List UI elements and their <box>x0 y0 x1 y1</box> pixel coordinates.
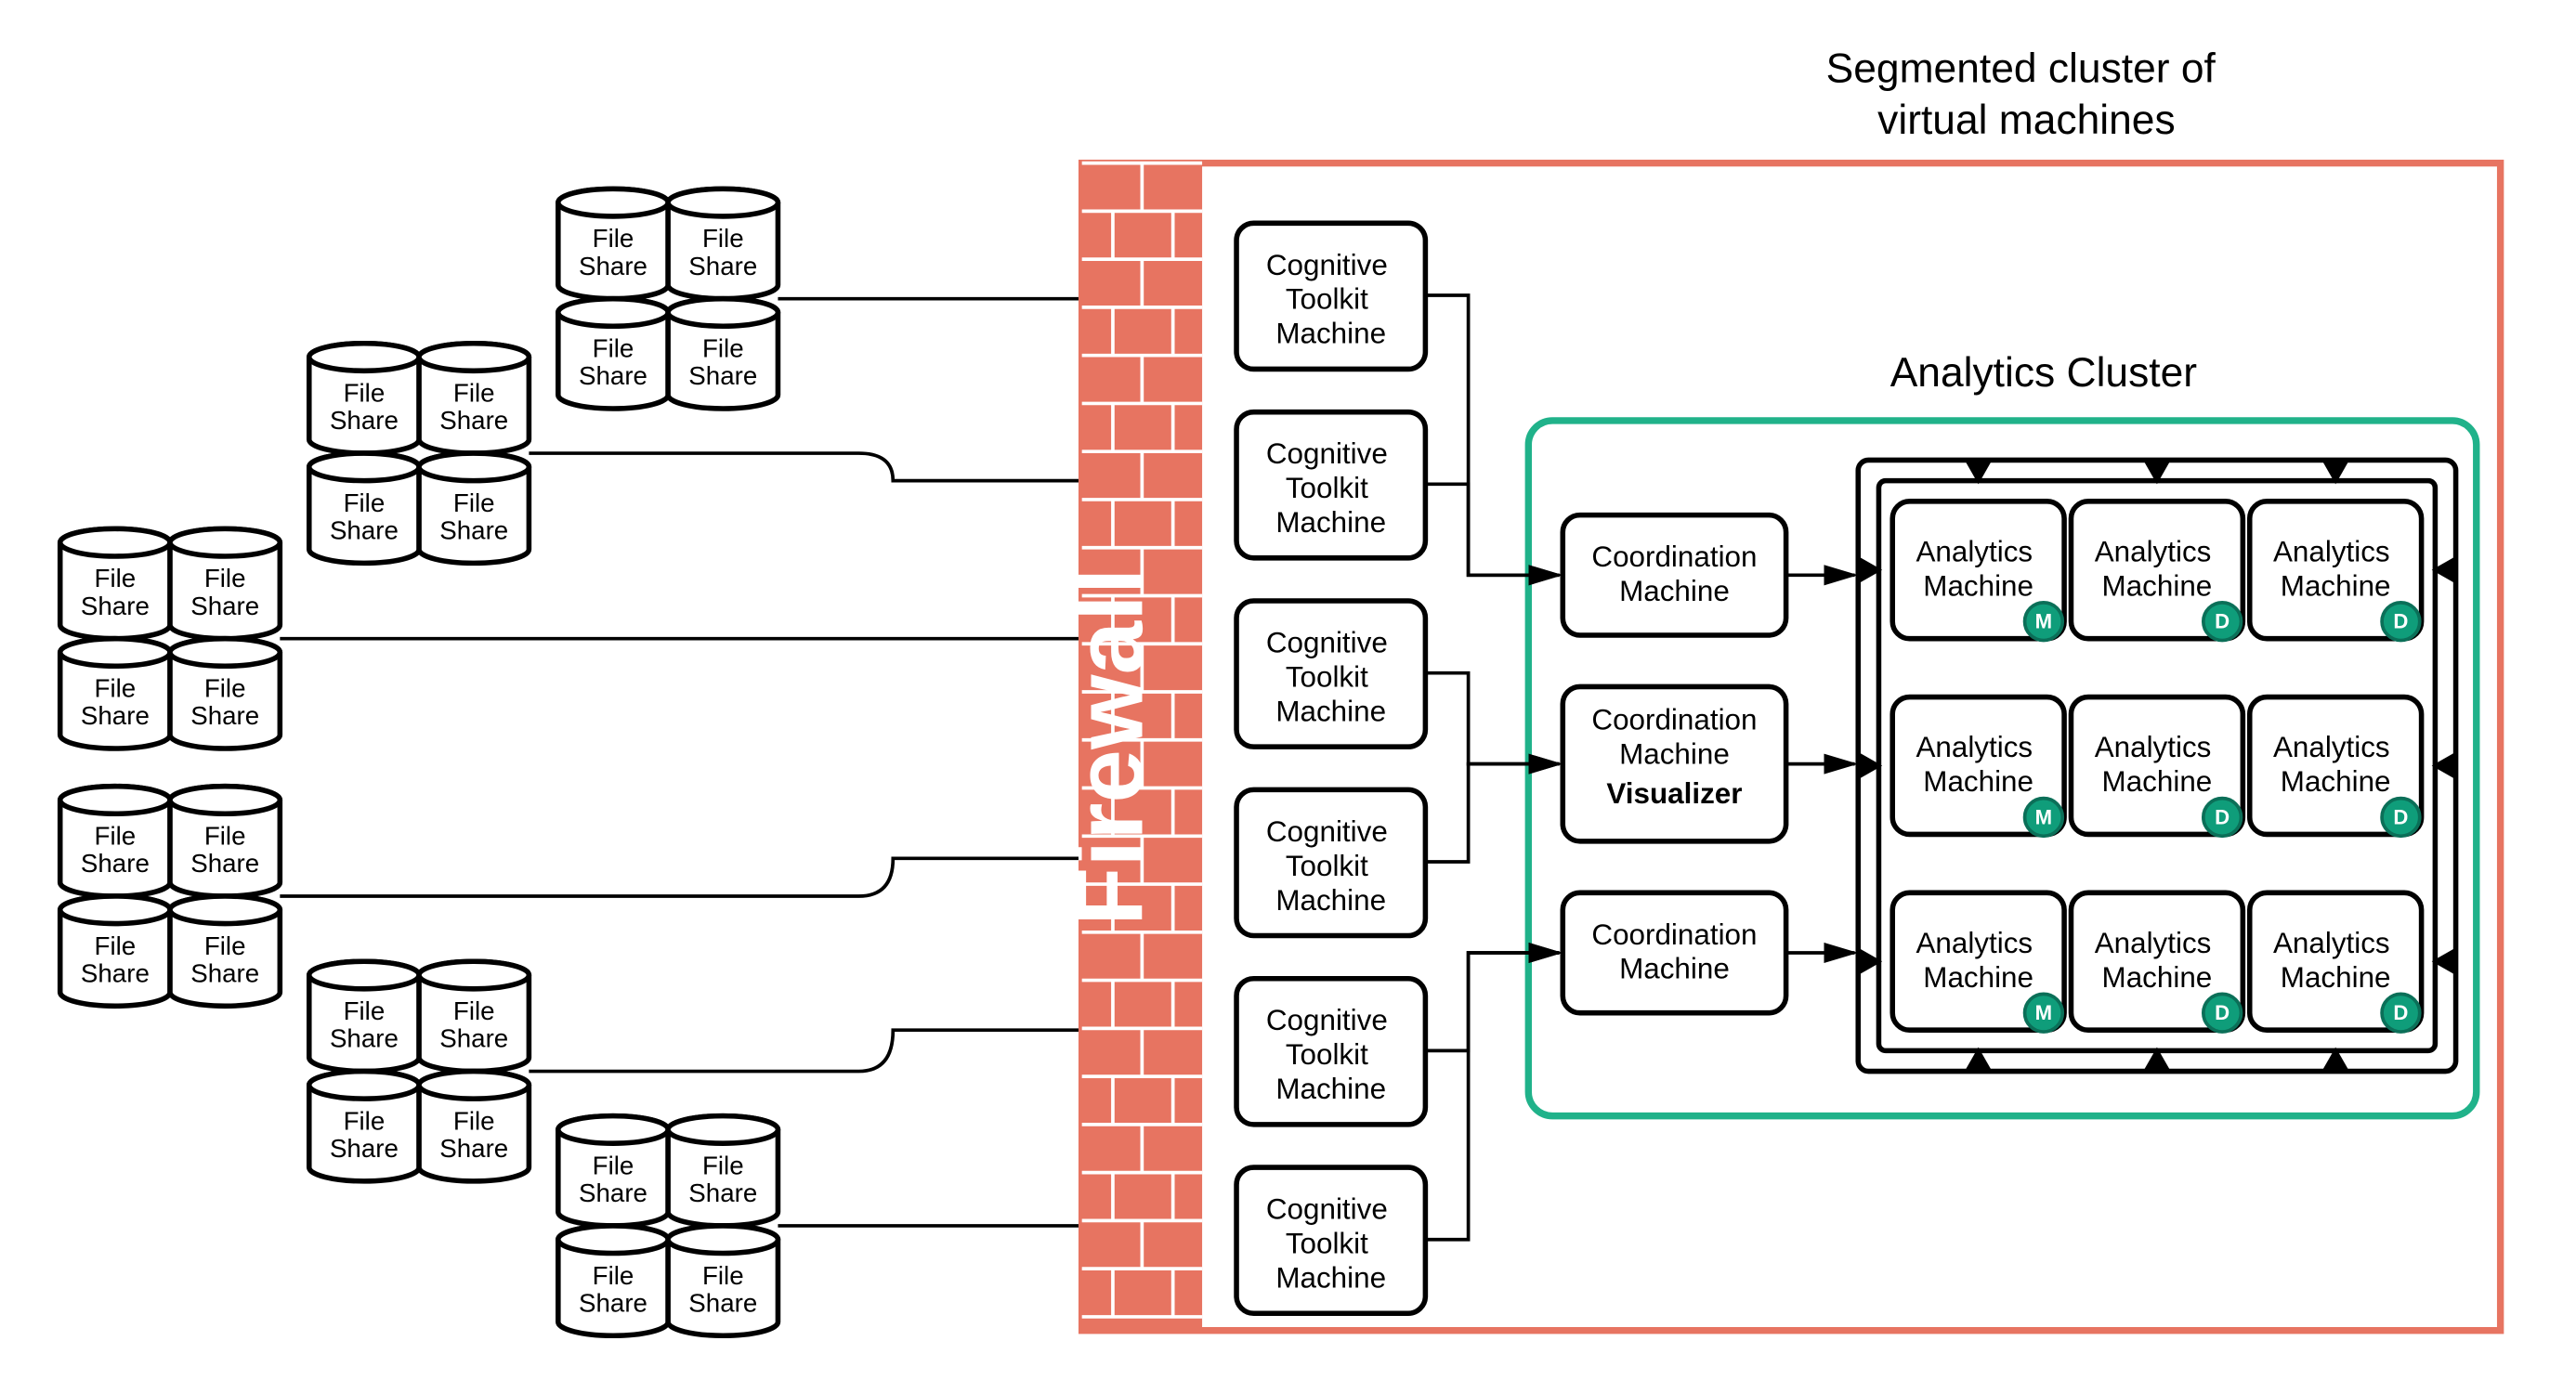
svg-text:M: M <box>2035 610 2052 633</box>
analytics-grid: M D D M D D M D D <box>1892 501 2421 1032</box>
svg-text:D: D <box>2215 610 2229 633</box>
connectors-right <box>1786 575 1855 953</box>
file-share-group <box>60 787 281 1007</box>
svg-text:M: M <box>2035 805 2052 828</box>
file-share-group <box>309 961 530 1181</box>
analytics-cluster-title: Analytics Cluster <box>1890 350 2198 396</box>
firewall: Firewall <box>1054 163 1202 1331</box>
svg-text:M: M <box>2035 1001 2052 1024</box>
svg-text:D: D <box>2393 805 2408 828</box>
connectors-mid <box>1425 295 1559 1240</box>
firewall-label: Firewall <box>1054 567 1162 925</box>
coordination-column: CoordinationMachine CoordinationMachineV… <box>1563 515 1785 1013</box>
svg-text:D: D <box>2215 805 2229 828</box>
file-share-group <box>60 528 281 749</box>
segmented-cluster-title: Segmented cluster of virtual machines <box>1826 46 2228 143</box>
file-share-group <box>558 1116 778 1336</box>
svg-text:D: D <box>2393 610 2408 633</box>
svg-text:D: D <box>2393 1001 2408 1024</box>
cognitive-column <box>1236 223 1425 1313</box>
file-share-group <box>309 344 530 564</box>
file-share-group <box>558 189 778 409</box>
svg-text:D: D <box>2215 1001 2229 1024</box>
